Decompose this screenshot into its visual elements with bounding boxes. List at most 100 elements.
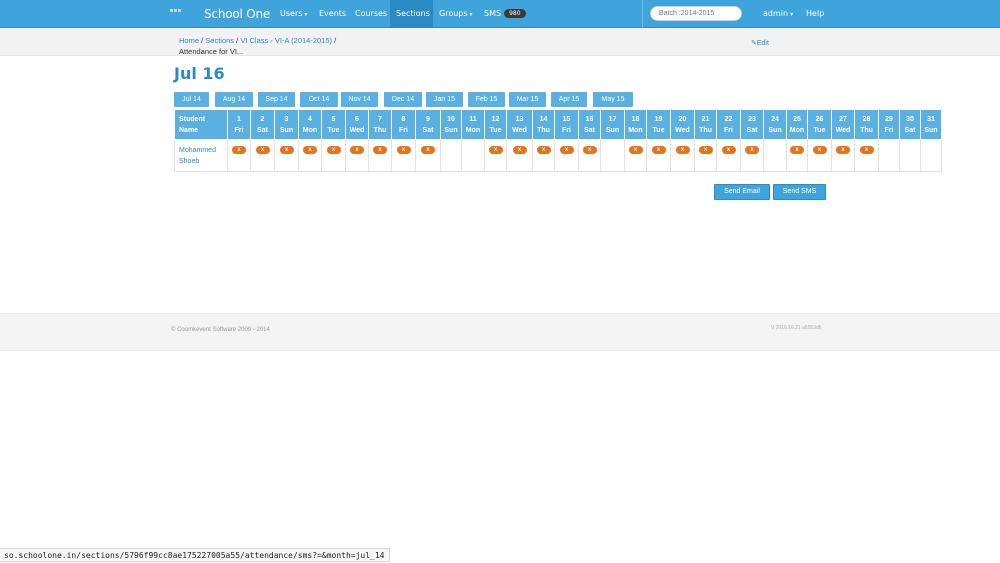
absent-mark[interactable]: x <box>488 146 503 154</box>
attendance-cell[interactable] <box>899 139 921 172</box>
absent-mark[interactable]: x <box>836 146 850 154</box>
absent-mark[interactable]: x <box>373 146 387 154</box>
day-header: 8 Fri <box>391 109 416 140</box>
day-header: 13 Wed <box>506 109 533 140</box>
absent-mark[interactable]: x <box>350 146 364 154</box>
absent-mark[interactable]: x <box>536 146 551 154</box>
absent-mark[interactable]: x <box>326 146 341 154</box>
attendance-cell[interactable]: x <box>646 139 671 172</box>
day-header: 7 Thu <box>368 109 392 140</box>
batch-search-input[interactable] <box>650 6 742 21</box>
attendance-cell[interactable]: x <box>345 139 369 172</box>
attendance-cell[interactable]: x <box>740 139 764 172</box>
day-header: 12 Tue <box>484 109 507 140</box>
month-tab[interactable]: Apr 15 <box>551 92 587 107</box>
absent-mark[interactable]: x <box>303 146 317 154</box>
chevron-down-icon: ▾ <box>469 11 473 18</box>
attendance-cell[interactable]: x <box>391 139 416 172</box>
logo-icon[interactable] <box>170 5 194 12</box>
breadcrumb: Home / Sections / VI Class - VI-A (2014-… <box>179 36 337 56</box>
month-tab[interactable]: Oct 14 <box>300 92 338 107</box>
absent-mark[interactable]: x <box>721 146 736 154</box>
nav-courses[interactable]: Courses <box>349 0 393 28</box>
day-header: 18 Mon <box>624 109 647 140</box>
absent-mark[interactable]: x <box>512 146 527 154</box>
browser-status-url: so.schoolone.in/sections/5796f99cc8ae175… <box>0 548 390 562</box>
attendance-cell[interactable]: x <box>578 139 601 172</box>
send-sms-button[interactable]: Send SMS <box>773 184 826 200</box>
month-tab[interactable]: Mar 15 <box>509 92 546 107</box>
attendance-cell[interactable]: x <box>250 139 275 172</box>
nav-admin-menu[interactable]: admin ▾ <box>757 0 799 28</box>
day-header: 20 Wed <box>670 109 695 140</box>
absent-mark[interactable]: x <box>812 146 827 154</box>
attendance-cell[interactable]: x <box>532 139 555 172</box>
absent-mark[interactable]: x <box>790 146 804 154</box>
breadcrumb-sections[interactable]: Sections <box>205 36 234 45</box>
absent-mark[interactable]: x <box>255 146 270 154</box>
nav-help[interactable]: Help <box>800 0 830 28</box>
attendance-cell[interactable] <box>600 139 625 172</box>
day-header: 11 Mon <box>461 109 485 140</box>
day-header: 24 Sun <box>763 109 787 140</box>
month-tab[interactable]: Jul 14 <box>174 92 209 107</box>
absent-mark[interactable]: x <box>421 146 435 154</box>
absent-mark[interactable]: x <box>279 146 294 154</box>
breadcrumb-section-name[interactable]: VI Class - VI-A (2014-2015) <box>240 36 332 45</box>
attendance-cell[interactable] <box>763 139 787 172</box>
nav-events[interactable]: Events <box>313 0 352 28</box>
nav-users[interactable]: Users ▾ <box>274 0 313 28</box>
attendance-cell[interactable]: x <box>694 139 717 172</box>
student-link[interactable]: Mohammed Shoeb <box>179 147 216 165</box>
attendance-cell[interactable] <box>440 139 462 172</box>
attendance-cell[interactable]: x <box>298 139 322 172</box>
attendance-cell[interactable] <box>920 139 942 172</box>
attendance-cell[interactable] <box>461 139 485 172</box>
top-navbar: School One Users ▾ Events Courses Section… <box>0 0 1000 28</box>
month-tab[interactable]: Dec 14 <box>384 92 422 107</box>
attendance-cell[interactable]: x <box>415 139 441 172</box>
absent-mark[interactable]: x <box>698 146 713 154</box>
absent-mark[interactable]: x <box>582 146 597 154</box>
day-header: 26 Tue <box>807 109 832 140</box>
attendance-table: Student Name 1 Fri 2 Sat 3 Sun 4 Mon 5 Tue 6 Wed 7 Thu 8… <box>174 109 942 172</box>
month-tab[interactable]: May 15 <box>593 92 633 107</box>
attendance-cell[interactable]: x <box>321 139 346 172</box>
month-tab[interactable]: Feb 15 <box>468 92 505 107</box>
attendance-cell[interactable]: x <box>554 139 579 172</box>
send-email-button[interactable]: Send Email <box>714 184 770 200</box>
attendance-cell[interactable]: x <box>368 139 392 172</box>
absent-mark[interactable]: x <box>628 146 643 154</box>
brand-title[interactable]: School One <box>204 7 270 21</box>
edit-link[interactable]: ✎Edit <box>751 39 769 47</box>
attendance-cell[interactable] <box>878 139 900 172</box>
attendance-cell[interactable]: x <box>624 139 647 172</box>
absent-mark[interactable]: x <box>396 146 411 154</box>
nav-sms[interactable]: SMS 980 <box>478 0 532 28</box>
absent-mark[interactable]: x <box>559 146 574 154</box>
attendance-cell[interactable]: x <box>854 139 879 172</box>
month-tab[interactable]: Jan 15 <box>426 92 463 107</box>
footer: © Coomkevent Software 2009 - 2014 V 2016… <box>0 313 1000 351</box>
nav-sections[interactable]: Sections <box>390 0 433 28</box>
attendance-cell[interactable]: x <box>807 139 832 172</box>
attendance-cell[interactable]: x <box>786 139 808 172</box>
absent-mark[interactable]: x <box>232 146 246 154</box>
breadcrumb-home[interactable]: Home <box>179 36 199 45</box>
absent-mark[interactable]: x <box>675 146 690 154</box>
month-tab[interactable]: Aug 14 <box>215 92 253 107</box>
absent-mark[interactable]: x <box>859 146 874 154</box>
attendance-cell[interactable]: x <box>716 139 741 172</box>
attendance-cell[interactable]: x <box>227 139 251 172</box>
attendance-cell[interactable]: x <box>670 139 695 172</box>
day-header: 4 Mon <box>298 109 322 140</box>
attendance-cell[interactable]: x <box>484 139 507 172</box>
attendance-cell[interactable]: x <box>506 139 533 172</box>
attendance-cell[interactable]: x <box>831 139 855 172</box>
absent-mark[interactable]: x <box>745 146 759 154</box>
month-tab[interactable]: Sep 14 <box>258 92 295 107</box>
nav-groups[interactable]: Groups ▾ <box>433 0 479 28</box>
attendance-cell[interactable]: x <box>274 139 299 172</box>
absent-mark[interactable]: x <box>651 146 666 154</box>
month-tab[interactable]: Nov 14 <box>341 92 378 107</box>
